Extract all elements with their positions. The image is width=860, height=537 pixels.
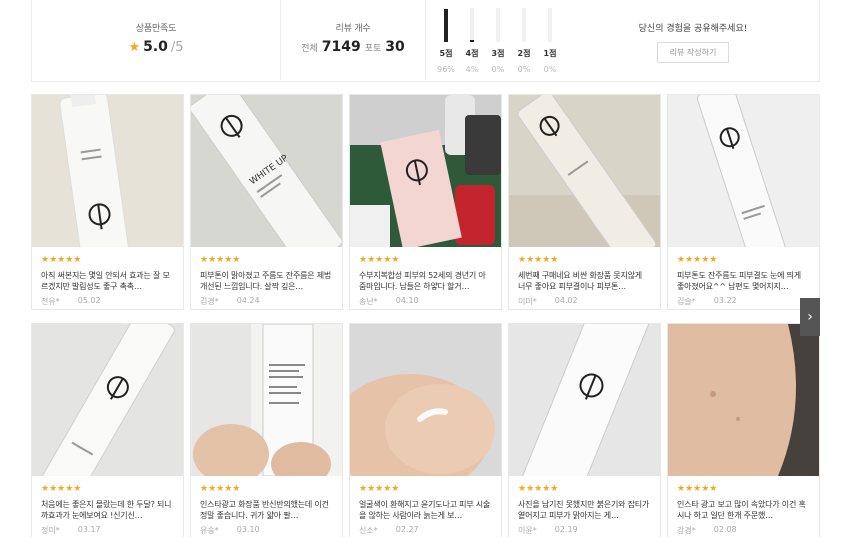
- review-photo[interactable]: [350, 324, 501, 476]
- review-date: 04.24: [236, 296, 260, 305]
- share-prompt: 당신의 경험을 공유해주세요!: [638, 24, 748, 34]
- review-count-label: 리뷰 개수: [335, 24, 371, 34]
- bar-label: 2점: [517, 49, 531, 58]
- rating-bar-3: 3점 0%: [488, 8, 508, 74]
- rating-summary: 상품만족도 ★ 5.0 /5: [32, 0, 280, 80]
- review-text: 피부톤이 맑아졌고 주름도 잔주름은 제법 개선된 느낌입니다. 살짝 깊은…: [200, 271, 332, 291]
- star-rating: ★★★★★: [359, 255, 400, 265]
- review-photo[interactable]: [32, 95, 183, 247]
- bar-label: 1점: [543, 49, 557, 58]
- review-text: 사진을 남기진 못했지만 붉은기와 잡티가 옅어지고 피부가 맑아지는 게…: [518, 500, 650, 520]
- bar-fill: [470, 40, 474, 42]
- review-photo[interactable]: [509, 95, 660, 247]
- review-author: 송난*: [359, 297, 378, 306]
- review-date: 03.10: [236, 525, 260, 534]
- review-count-summary: 리뷰 개수 전체 7149 포토 30: [280, 0, 425, 80]
- review-date: 04.02: [554, 296, 578, 305]
- review-date: 03.22: [713, 296, 737, 305]
- review-text: 피부톤도 잔주름도 피부결도 눈에 띄게 좋아졌어요^^ 남편도 몇어지지…: [677, 271, 801, 291]
- review-photo[interactable]: [509, 324, 660, 476]
- rating-bar-2: 2점 0%: [514, 8, 534, 74]
- star-rating: ★★★★★: [41, 255, 82, 265]
- review-card[interactable]: ★★★★★ 수부지복합성 피부의 52세의 경년기 아줌마입니다. 남들은 하얗…: [349, 94, 502, 310]
- star-rating: ★★★★★: [518, 255, 559, 265]
- review-card[interactable]: ★★★★★ 인스타광고 화장품 반신반의했는데 이건 정말 좋습니다. 귀가 얇…: [190, 323, 343, 537]
- review-photo-count: 30: [385, 39, 405, 55]
- star-rating: ★★★★★: [200, 255, 241, 265]
- review-photo[interactable]: [668, 324, 819, 476]
- review-author: 유송*: [200, 526, 219, 535]
- review-photo-label: 포토: [364, 44, 382, 54]
- bar-percent: 0%: [517, 65, 531, 74]
- rating-distribution: 5점 96% 4점 4% 3점 0% 2점 0% 1점 0%: [425, 0, 565, 80]
- review-date: 04.10: [395, 296, 419, 305]
- rating-bar-1: 1점 0%: [540, 8, 560, 74]
- review-date: 02.19: [554, 525, 578, 534]
- review-author: 강경*: [677, 526, 696, 535]
- review-text: 수부지복합성 피부의 52세의 경년기 아줌마입니다. 남들은 하얗다 할거…: [359, 271, 486, 291]
- review-author: 이윤*: [518, 526, 537, 535]
- star-rating: ★★★★★: [200, 484, 241, 494]
- bar-label: 5점: [439, 49, 453, 58]
- review-card[interactable]: WHITE UP ★★★★★ 피부톤이 맑아졌고 주름도 잔주름은 제법 개선된…: [190, 94, 343, 310]
- review-total-count: 7149: [321, 39, 361, 55]
- review-text: 인스타광고 화장품 반신반의했는데 이건 정말 좋습니다. 귀가 얇아 팔…: [200, 500, 329, 520]
- review-author: 김경*: [200, 297, 219, 306]
- rating-bar-5: 5점 96%: [436, 8, 456, 74]
- bar-label: 4점: [465, 49, 479, 58]
- review-photo[interactable]: [668, 95, 819, 247]
- rating-label: 상품만족도: [135, 24, 177, 34]
- review-photo[interactable]: [32, 324, 183, 476]
- review-summary: 상품만족도 ★ 5.0 /5 리뷰 개수 전체 7149 포토 30 5점 96…: [31, 0, 820, 82]
- write-review-button[interactable]: 리뷰 작성하기: [657, 42, 729, 63]
- rating-bar-4: 4점 4%: [462, 8, 482, 74]
- review-date: 02.08: [713, 525, 737, 534]
- rating-value: 5.0: [143, 39, 168, 55]
- review-author: 정미*: [41, 526, 60, 535]
- review-text: 세번째 구매네요 비싼 화장품 못지않게 너무 좋아요 피부결이나 피부톤…: [518, 271, 642, 291]
- review-photo[interactable]: [191, 324, 342, 476]
- review-author: 이미*: [518, 297, 537, 306]
- review-date: 05.02: [77, 296, 101, 305]
- star-rating: ★★★★★: [359, 484, 400, 494]
- review-date: 03.17: [77, 525, 101, 534]
- star-rating: ★★★★★: [677, 484, 718, 494]
- review-photo[interactable]: [350, 95, 501, 247]
- review-card[interactable]: ★★★★★ 인스타 광고 보고 많이 속았다가 이건 혹시나 하고 일단 한개 …: [667, 323, 820, 537]
- review-text: 인스타 광고 보고 많이 속았다가 이건 혹시나 하고 일단 한개 주문했…: [677, 500, 806, 520]
- review-text: 처음에는 좋은지 몰랐는데 한 두달? 되니까효과가 눈에보여요 !신기신…: [41, 500, 172, 520]
- bar-percent: 0%: [543, 65, 557, 74]
- star-icon: ★: [128, 40, 141, 55]
- bar-percent: 4%: [465, 65, 479, 74]
- review-author: 전유*: [41, 297, 60, 306]
- review-card[interactable]: ★★★★★ 처음에는 좋은지 몰랐는데 한 두달? 되니까효과가 눈에보여요 !…: [31, 323, 184, 537]
- bar-fill: [444, 9, 448, 42]
- review-text: 얼굴색이 환해지고 윤기도나고 피부 시술을 않하는 사람이라 늙는게 보…: [359, 500, 491, 520]
- bar-percent: 96%: [437, 65, 455, 74]
- review-card[interactable]: ★★★★★ 피부톤도 잔주름도 피부결도 눈에 띄게 좋아졌어요^^ 남편도 몇…: [667, 94, 820, 310]
- review-card[interactable]: ★★★★★ 아직 써본지는 몇일 안되서 효과는 잘 모르겠지만 발림성도 좋구…: [31, 94, 184, 310]
- star-rating: ★★★★★: [41, 484, 82, 494]
- share-experience: 당신의 경험을 공유해주세요! 리뷰 작성하기: [565, 0, 821, 80]
- chevron-right-icon[interactable]: ›: [800, 298, 820, 336]
- rating-max: /5: [170, 40, 184, 55]
- review-author: 신소*: [359, 526, 378, 535]
- review-text: 아직 써본지는 몇일 안되서 효과는 잘 모르겠지만 발림성도 좋구 촉촉…: [41, 271, 170, 291]
- review-card[interactable]: ★★★★★ 세번째 구매네요 비싼 화장품 못지않게 너무 좋아요 피부결이나 …: [508, 94, 661, 310]
- review-total-label: 전체: [301, 44, 318, 54]
- star-rating: ★★★★★: [677, 255, 718, 265]
- bar-label: 3점: [491, 49, 505, 58]
- review-photo[interactable]: WHITE UP: [191, 95, 342, 247]
- review-card[interactable]: ★★★★★ 얼굴색이 환해지고 윤기도나고 피부 시술을 않하는 사람이라 늙는…: [349, 323, 502, 537]
- star-rating: ★★★★★: [518, 484, 559, 494]
- bar-percent: 0%: [491, 65, 505, 74]
- review-date: 02.27: [395, 525, 419, 534]
- review-author: 김슬*: [677, 297, 696, 306]
- review-card[interactable]: ★★★★★ 사진을 남기진 못했지만 붉은기와 잡티가 옅어지고 피부가 맑아지…: [508, 323, 661, 537]
